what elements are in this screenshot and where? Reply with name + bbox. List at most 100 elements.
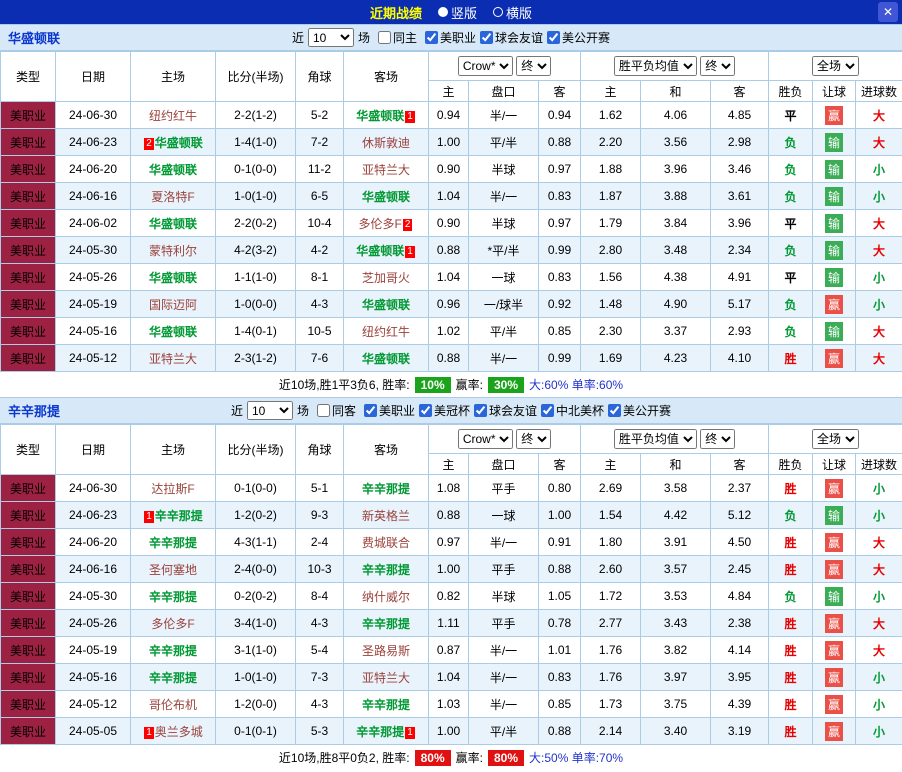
odds-lose: 3.61	[710, 182, 770, 210]
league-cell: 美职业	[0, 344, 56, 372]
same-venue-checkbox[interactable]	[316, 404, 330, 417]
col-odds-away: 客	[537, 80, 582, 102]
odds-stage-select[interactable]: 终	[516, 429, 552, 449]
league-filter[interactable]: 球会友谊	[480, 29, 543, 46]
layout-horizontal-option[interactable]: 横版	[493, 3, 532, 22]
league-filter[interactable]: 中北美杯	[541, 402, 604, 419]
odds-win: 1.56	[580, 263, 642, 291]
away-team-cell: 辛辛那提 1	[343, 717, 429, 745]
handicap-home-odds: 0.97	[428, 528, 469, 556]
handicap-away-odds: 1.00	[537, 501, 582, 529]
score-cell: 0-1(0-1)	[215, 717, 296, 745]
league-filter[interactable]: 美冠杯	[419, 402, 470, 419]
team-name: 亚特兰大	[148, 351, 197, 366]
team-name: 华盛顿联	[154, 135, 203, 150]
league-checkbox[interactable]	[547, 30, 561, 44]
home-team-cell: 夏洛特F	[130, 182, 216, 210]
corner-cell: 5-2	[295, 101, 344, 129]
score-cell: 2-3(1-2)	[215, 344, 296, 372]
let-ball-result: 赢	[812, 528, 857, 556]
match-row: 美职业 24-06-30 达拉斯F 0-1(0-0) 5-1 辛辛那提 1.08 平手 0.80…	[0, 474, 902, 502]
bookmaker-select[interactable]: Crow*	[457, 56, 513, 76]
league-filter[interactable]: 美公开赛	[547, 29, 610, 46]
match-row: 美职业 24-05-30 辛辛那提 0-2(0-2) 8-4 纳什威尔 0.82 半球 1.05…	[0, 582, 902, 610]
odds-win: 2.14	[580, 717, 642, 745]
team-name: 辛辛那提	[361, 562, 410, 577]
col-corner: 角球	[295, 424, 344, 475]
wdl-avg-select[interactable]: 胜平负均值	[613, 429, 697, 449]
scope-select[interactable]: 全场	[812, 429, 860, 449]
goals-cell: 大	[855, 555, 902, 583]
date-cell: 24-05-12	[55, 344, 131, 372]
result-cell: 平	[768, 101, 814, 129]
scope-header: 全场	[768, 424, 902, 454]
same-venue-filter[interactable]: 同客	[316, 402, 356, 419]
team-name: 辛辛那提	[148, 643, 197, 658]
goals-cell: 小	[855, 717, 902, 745]
away-team-cell: 华盛顿联 1	[343, 236, 429, 264]
score-cell: 0-2(0-2)	[215, 582, 296, 610]
league-filter[interactable]: 球会友谊	[474, 402, 537, 419]
odds-lose: 4.50	[710, 528, 770, 556]
league-checkbox[interactable]	[363, 403, 377, 417]
match-row: 美职业 24-06-16 圣何塞地 2-4(0-0) 10-3 辛辛那提 1.00 平手 0.8…	[0, 555, 902, 583]
score-cell: 1-4(1-0)	[215, 128, 296, 156]
col-handicap: 盘口	[468, 80, 539, 102]
away-team-cell: 新英格兰	[343, 501, 429, 529]
same-venue-filter[interactable]: 同主	[377, 29, 417, 46]
league-checkbox[interactable]	[480, 30, 494, 44]
odds-draw: 3.56	[640, 128, 712, 156]
match-row: 美职业 24-05-05 1 奥兰多城 0-1(0-1) 5-3 辛辛那提 1 1.00 平/半 0…	[0, 717, 902, 745]
match-count-select[interactable]: 10	[307, 28, 354, 47]
league-filter[interactable]: 美职业	[425, 29, 476, 46]
col-let-ball: 让球	[812, 453, 857, 475]
league-checkbox[interactable]	[608, 403, 622, 417]
bookmaker-select[interactable]: Crow*	[457, 429, 513, 449]
scope-select[interactable]: 全场	[812, 56, 860, 76]
score-cell: 2-2(0-2)	[215, 209, 296, 237]
match-count-select[interactable]: 10	[246, 401, 293, 420]
team-name: 华盛顿联	[148, 216, 197, 231]
league-checkbox[interactable]	[419, 403, 432, 417]
col-home: 主场	[130, 424, 216, 475]
away-team-cell: 纽约红牛	[343, 317, 429, 345]
league-checkbox[interactable]	[474, 403, 488, 417]
result-cell: 负	[768, 582, 814, 610]
footer-extra: 大:50% 单率:70%	[529, 751, 624, 765]
odds-win: 1.73	[580, 690, 642, 718]
odds-win: 2.77	[580, 609, 642, 637]
goals-cell: 大	[855, 317, 902, 345]
league-filter[interactable]: 美职业	[363, 402, 415, 419]
col-date: 日期	[55, 51, 131, 102]
odds-draw: 3.91	[640, 528, 712, 556]
league-checkbox[interactable]	[425, 30, 438, 44]
match-row: 美职业 24-06-20 华盛顿联 0-1(0-0) 11-2 亚特兰大 0.90 半球 0.9…	[0, 155, 902, 183]
layout-vertical-option[interactable]: 竖版	[437, 3, 477, 22]
home-team-cell: 圣何塞地	[130, 555, 216, 583]
odds-stage-select[interactable]: 终	[516, 56, 552, 76]
close-button[interactable]: ✕	[878, 2, 898, 22]
footer-summary: 近10场,胜1平3负6, 胜率:	[278, 378, 410, 392]
odds-draw: 4.42	[640, 501, 712, 529]
result-cell: 胜	[768, 344, 814, 372]
page-title: 近期战绩	[369, 5, 422, 21]
same-venue-checkbox[interactable]	[377, 31, 391, 44]
league-filters: 美职业 球会友谊 美公开赛	[421, 29, 610, 47]
date-cell: 24-06-16	[55, 182, 131, 210]
wdl-avg-select[interactable]: 胜平负均值	[613, 56, 697, 76]
results-table: 类型 日期 主场 比分(半场) 角球 客场 Crow* 终 胜平负均值 终 全场	[0, 51, 902, 372]
league-checkbox[interactable]	[541, 403, 555, 417]
let-result-badge: 赢	[825, 640, 844, 660]
col-odds-home: 主	[428, 80, 469, 102]
team-name: 辛辛那提	[361, 616, 410, 631]
league-cell: 美职业	[0, 474, 56, 502]
wdl-stage-select[interactable]: 终	[700, 429, 736, 449]
league-filter[interactable]: 美公开赛	[608, 402, 671, 419]
corner-cell: 8-1	[295, 263, 344, 291]
goals-cell: 小	[855, 155, 902, 183]
result-cell: 负	[768, 182, 814, 210]
corner-cell: 11-2	[295, 155, 344, 183]
red-card-badge: 2	[144, 137, 154, 150]
col-let-ball: 让球	[812, 80, 857, 102]
wdl-stage-select[interactable]: 终	[700, 56, 736, 76]
